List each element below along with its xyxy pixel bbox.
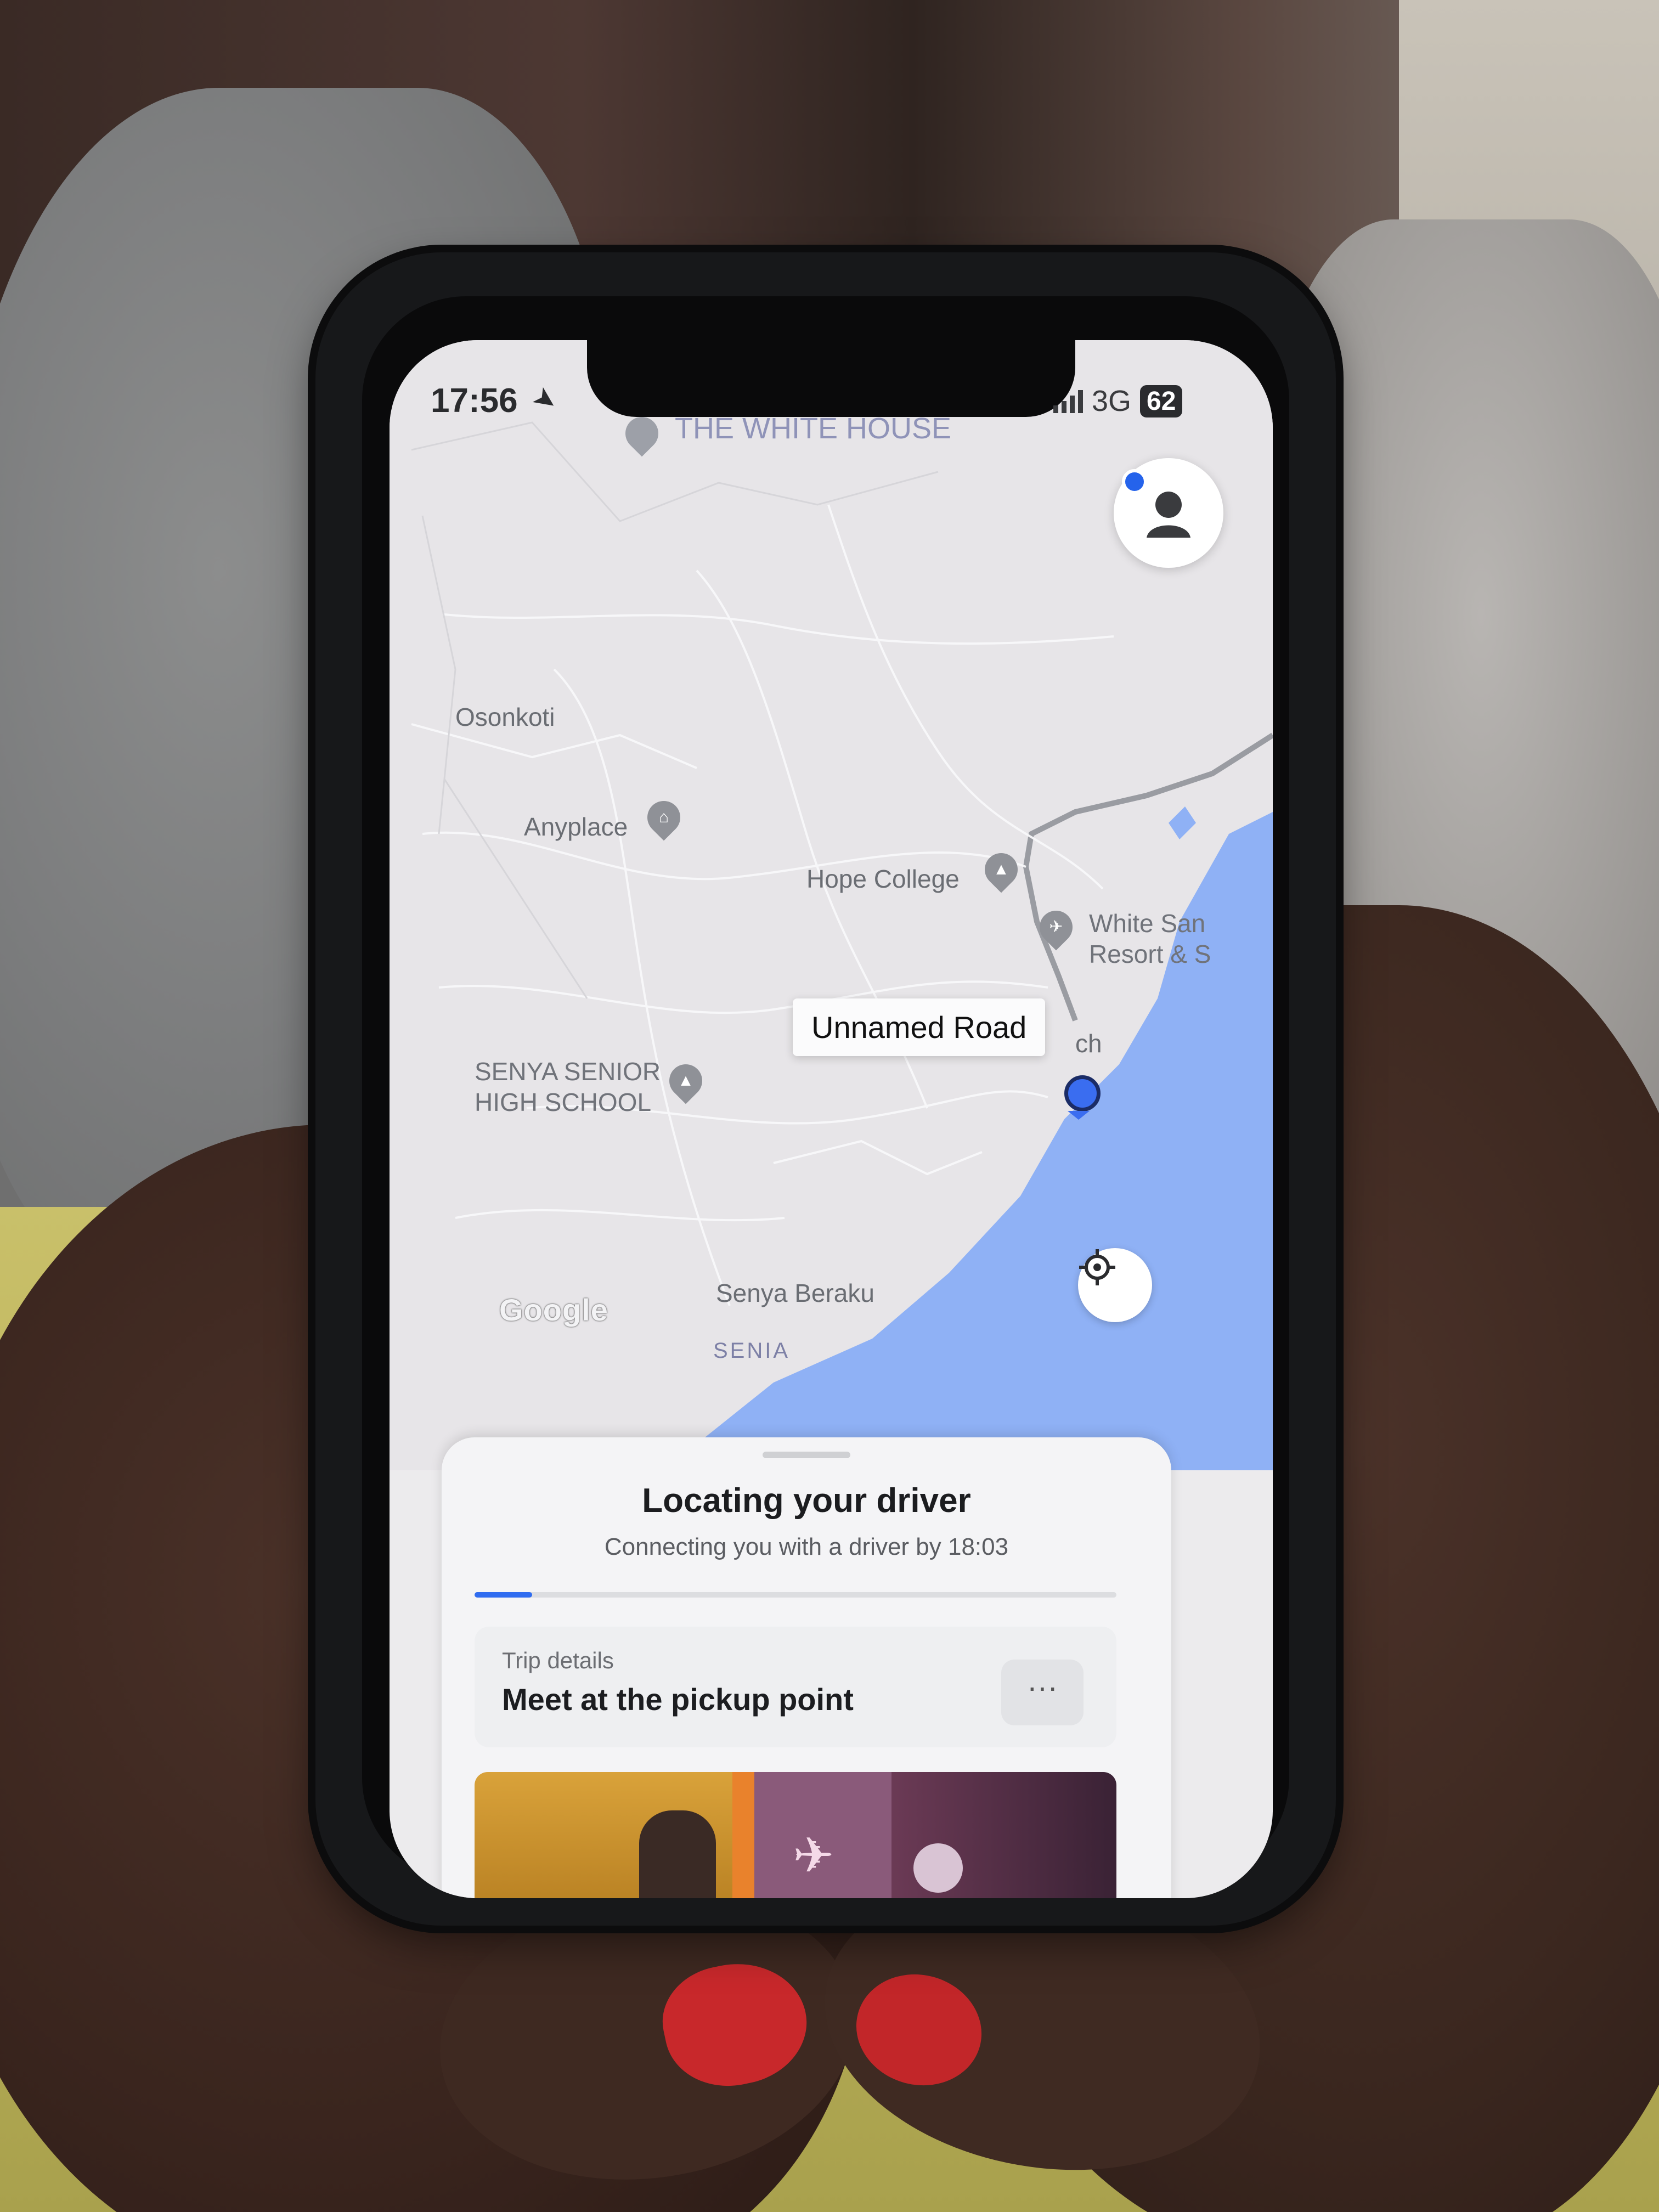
map-label-senya-beraku: Senya Beraku	[716, 1279, 874, 1307]
more-options-button[interactable]: ···	[1001, 1660, 1084, 1725]
map-label-senia: SENIA	[713, 1339, 791, 1363]
trip-caption: Trip details	[502, 1647, 614, 1673]
hotel-pin-icon[interactable]: ⌂	[640, 794, 687, 841]
trip-status-sheet: Locating your driver Connecting you with…	[442, 1437, 1171, 1898]
person-icon	[1147, 492, 1190, 538]
recenter-button[interactable]	[1078, 1248, 1152, 1322]
resort-pin-icon[interactable]: ✈	[1032, 904, 1080, 951]
promo-panel	[732, 1772, 754, 1898]
sheet-title: Locating your driver	[642, 1482, 971, 1520]
trip-instruction: Meet at the pickup point	[502, 1682, 854, 1717]
water-inlet	[1169, 806, 1196, 839]
driver-search-progress	[475, 1592, 1116, 1598]
promo-banner[interactable]: ✈	[475, 1772, 1116, 1898]
map-label-anyplace: Anyplace	[524, 812, 628, 841]
crosshair-icon	[1079, 1249, 1115, 1285]
compass-icon	[913, 1843, 963, 1893]
progress-fill	[475, 1592, 533, 1598]
user-location-dot	[1064, 1075, 1101, 1111]
map-label-osonkoti: Osonkoti	[455, 703, 555, 731]
phone-notch	[587, 340, 1075, 417]
trip-details-card[interactable]: Trip details Meet at the pickup point ··…	[475, 1627, 1116, 1747]
map-label-white-sands: White San Resort & S	[1089, 909, 1211, 968]
status-time: 17:56	[431, 382, 518, 420]
school-pin-icon[interactable]: ▲	[978, 846, 1025, 893]
signal-icon	[1053, 389, 1083, 413]
sheet-grabber[interactable]	[763, 1452, 850, 1458]
minor-roads	[411, 504, 1114, 1306]
road-name-tooltip: Unnamed Road	[793, 998, 1046, 1056]
airplane-icon: ✈	[793, 1829, 834, 1883]
notification-dot	[1122, 469, 1147, 494]
google-attribution[interactable]: Google	[499, 1292, 608, 1328]
map-label-hope-college: Hope College	[806, 865, 960, 893]
network-type: 3G	[1092, 385, 1132, 417]
map-label-senya-school: SENYA SENIOR HIGH SCHOOL	[475, 1057, 661, 1116]
sheet-subtitle: Connecting you with a driver by 18:03	[604, 1533, 1009, 1560]
map-label-partial: ch	[1075, 1029, 1102, 1058]
school-pin-icon[interactable]: ▲	[662, 1057, 709, 1104]
phone-screen: 17:56 ➤ 3G 62 THE WHITE HOUSE Osonkoti A…	[390, 340, 1273, 1898]
status-right: 3G 62	[1053, 384, 1183, 418]
promo-person-illustration	[639, 1810, 716, 1898]
battery-level: 62	[1140, 385, 1183, 417]
heading-indicator	[1068, 1111, 1090, 1120]
